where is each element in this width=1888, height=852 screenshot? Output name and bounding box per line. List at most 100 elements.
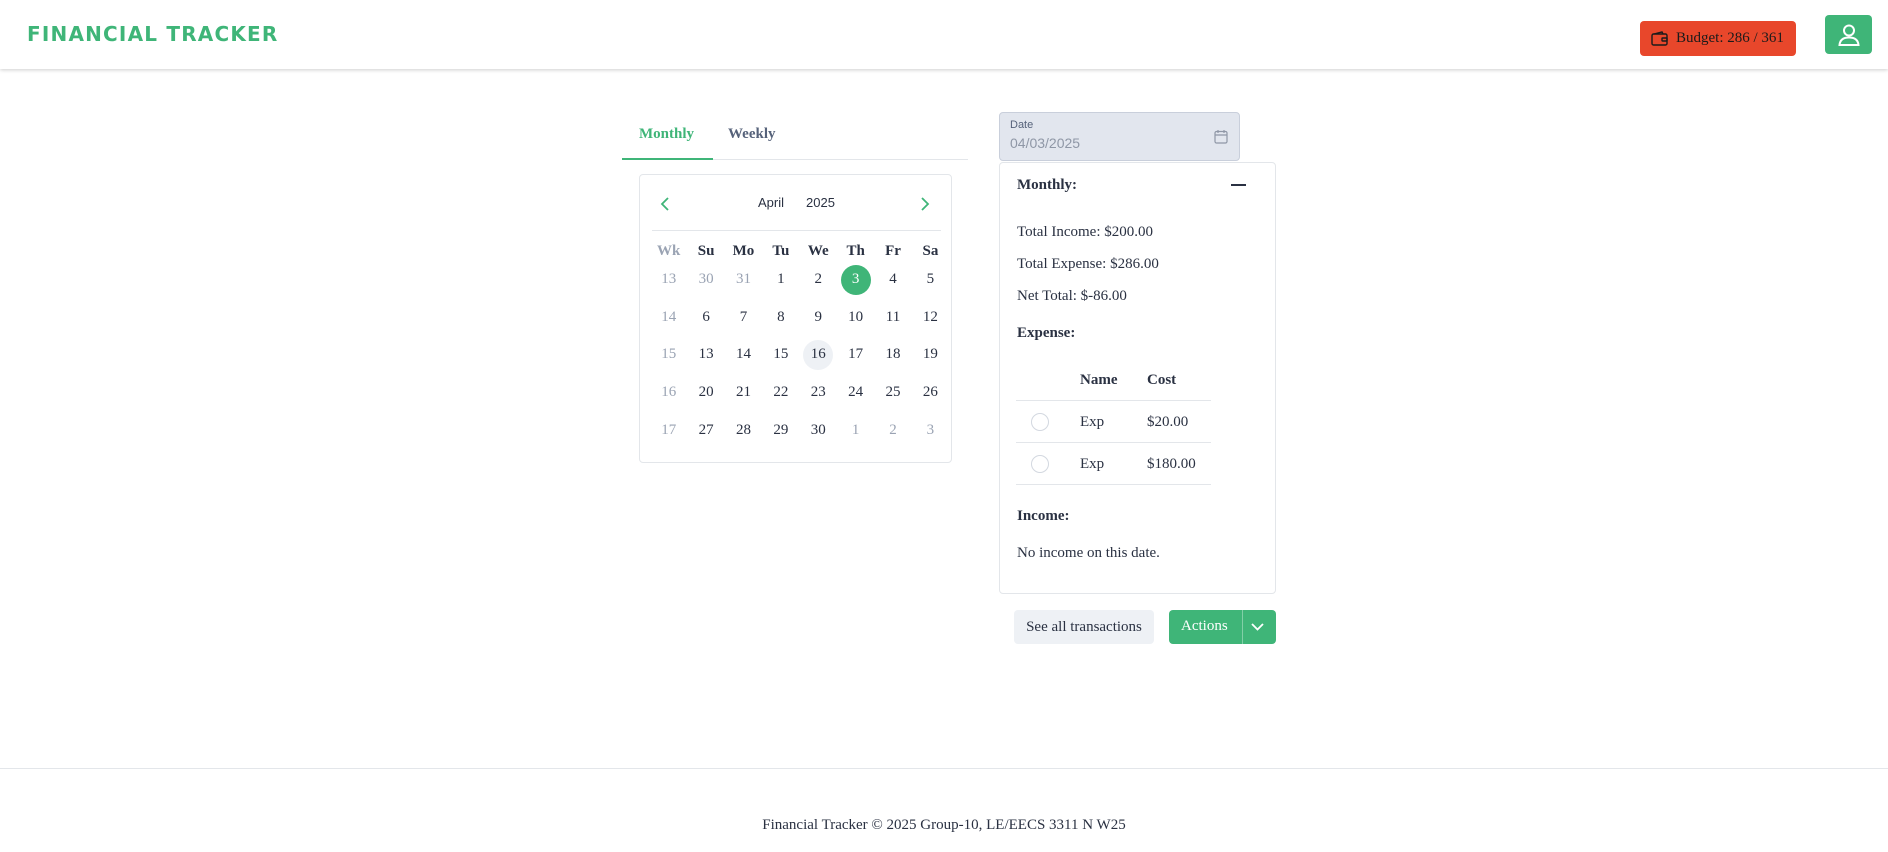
calendar-year-select[interactable]: 2025	[806, 195, 835, 210]
total-income: Total Income: $200.00	[1017, 224, 1154, 240]
calendar-day[interactable]: 21	[725, 374, 762, 412]
week-number: 15	[661, 346, 677, 363]
app-logo[interactable]: FINANCIAL TRACKER	[27, 22, 279, 46]
app-footer: Financial Tracker © 2025 Group-10, LE/EE…	[0, 768, 1888, 852]
calendar-day[interactable]: 12	[912, 299, 949, 337]
calendar-day[interactable]: 23	[800, 374, 837, 412]
weekday-header: Tu	[772, 243, 790, 259]
calendar-day[interactable]: 19	[912, 336, 949, 374]
chevron-left-icon	[660, 197, 669, 211]
calendar-day[interactable]: 30	[800, 411, 837, 449]
summary-panel: Monthly: Total Income: $200.00 Total Exp…	[999, 162, 1276, 594]
calendar-day[interactable]: 1	[837, 411, 874, 449]
weekday-header: Th	[846, 243, 865, 259]
calendar-day[interactable]: 15	[762, 336, 799, 374]
calendar-day[interactable]: 10	[837, 299, 874, 337]
calendar-day[interactable]: 7	[725, 299, 762, 337]
calendar-day[interactable]: 9	[800, 299, 837, 337]
budget-label: Budget: 286 / 361	[1676, 30, 1784, 46]
week-number: 13	[661, 271, 677, 288]
calendar-grid: Wk Su Mo Tu We Th Fr Sa 13 30 31 1 2 3 4 5 14 6 7 8 9 10 11 12 1…	[650, 241, 949, 449]
calendar-day[interactable]: 17	[837, 336, 874, 374]
expense-name: Exp	[1080, 414, 1105, 430]
net-total: Net Total: $-86.00	[1017, 288, 1127, 304]
actions-label: Actions	[1181, 618, 1228, 634]
week-number-header: Wk	[657, 243, 681, 259]
expense-name: Exp	[1080, 456, 1105, 472]
calendar-day[interactable]: 20	[687, 374, 724, 412]
view-tabs: Monthly Weekly	[622, 112, 968, 160]
calendar-day[interactable]: 16	[800, 336, 837, 374]
summary-title: Monthly:	[1017, 177, 1077, 193]
calendar-day[interactable]: 28	[725, 411, 762, 449]
expense-cost: $20.00	[1147, 414, 1189, 430]
next-month-button[interactable]	[913, 192, 937, 216]
column-header-name: Name	[1080, 372, 1118, 388]
row-select-radio[interactable]	[1031, 455, 1049, 473]
table-row[interactable]: Exp $20.00	[1016, 401, 1211, 443]
date-field[interactable]: Date	[999, 112, 1240, 161]
week-number: 17	[661, 421, 677, 438]
actions-dropdown-button[interactable]: Actions	[1169, 610, 1276, 644]
calendar-day[interactable]: 6	[687, 299, 724, 337]
weekday-header: We	[807, 243, 829, 259]
calendar-day[interactable]: 24	[837, 374, 874, 412]
calendar-day[interactable]: 13	[687, 336, 724, 374]
total-expense: Total Expense: $286.00	[1017, 256, 1159, 272]
expense-table-header: Name Cost	[1016, 359, 1211, 401]
calendar-day[interactable]: 27	[687, 411, 724, 449]
footer-text: Financial Tracker © 2025 Group-10, LE/EE…	[762, 817, 1126, 833]
calendar-day[interactable]: 2	[800, 261, 837, 299]
calendar-day[interactable]: 2	[874, 411, 911, 449]
calendar-day[interactable]: 26	[912, 374, 949, 412]
table-row[interactable]: Exp $180.00	[1016, 443, 1211, 485]
calendar-day[interactable]: 29	[762, 411, 799, 449]
income-section-title: Income:	[1017, 508, 1070, 524]
calendar-day[interactable]: 22	[762, 374, 799, 412]
calendar-day[interactable]: 31	[725, 261, 762, 299]
previous-month-button[interactable]	[653, 192, 677, 216]
calendar-day[interactable]: 8	[762, 299, 799, 337]
date-input[interactable]	[1010, 135, 1190, 151]
active-tab-indicator	[622, 158, 713, 160]
column-header-cost: Cost	[1147, 372, 1177, 388]
expense-section-title: Expense:	[1017, 325, 1076, 341]
see-all-transactions-button[interactable]: See all transactions	[1014, 610, 1154, 644]
calendar-day[interactable]: 25	[874, 374, 911, 412]
calendar-day[interactable]: 4	[874, 261, 911, 299]
weekday-header: Mo	[732, 243, 755, 259]
tab-monthly[interactable]: Monthly	[639, 126, 694, 143]
chevron-down-icon[interactable]	[1250, 620, 1265, 634]
budget-button[interactable]: Budget: 286 / 361	[1640, 21, 1796, 56]
wallet-icon	[1651, 31, 1668, 46]
no-income-message: No income on this date.	[1017, 545, 1160, 561]
row-select-radio[interactable]	[1031, 413, 1049, 431]
calendar-day[interactable]: 3	[837, 261, 874, 299]
weekday-header: Fr	[885, 243, 901, 259]
calendar-month-select[interactable]: April	[758, 195, 784, 210]
tab-weekly[interactable]: Weekly	[728, 126, 776, 143]
user-icon	[1837, 24, 1860, 46]
week-number: 16	[661, 384, 677, 401]
month-calendar: April 2025 Wk Su Mo Tu We Th Fr Sa 13 30 31 1 2 3 4 5 14…	[639, 174, 952, 463]
weekday-header: Su	[697, 243, 715, 259]
actions-separator	[1242, 610, 1243, 644]
weekday-header: Sa	[922, 243, 939, 259]
calendar-icon[interactable]	[1214, 129, 1228, 144]
week-number: 14	[661, 308, 677, 325]
calendar-day[interactable]: 11	[874, 299, 911, 337]
calendar-day[interactable]: 18	[874, 336, 911, 374]
expense-cost: $180.00	[1147, 456, 1196, 472]
calendar-day[interactable]: 1	[762, 261, 799, 299]
calendar-day[interactable]: 3	[912, 411, 949, 449]
profile-button[interactable]	[1825, 15, 1872, 54]
calendar-divider	[652, 230, 941, 231]
date-field-label: Date	[1010, 119, 1034, 131]
app-header: FINANCIAL TRACKER Budget: 286 / 361	[0, 0, 1888, 69]
calendar-day[interactable]: 14	[725, 336, 762, 374]
calendar-day[interactable]: 30	[687, 261, 724, 299]
collapse-icon[interactable]	[1231, 179, 1247, 191]
expense-table: Name Cost Exp $20.00 Exp $180.00	[1016, 359, 1211, 485]
chevron-right-icon	[921, 197, 930, 211]
calendar-day[interactable]: 5	[912, 261, 949, 299]
